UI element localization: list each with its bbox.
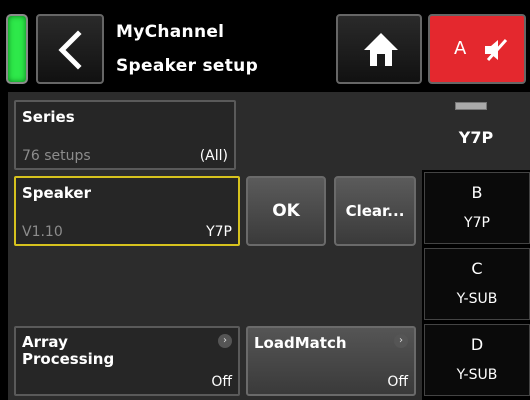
loadmatch-label: LoadMatch <box>254 334 347 352</box>
channel-letter: D <box>470 335 484 354</box>
current-channel-model: Y7P <box>458 128 494 147</box>
loadmatch-value: Off <box>387 374 408 390</box>
array-processing-value: Off <box>211 374 232 390</box>
speaker-model: Y7P <box>206 224 232 240</box>
page-title: Speaker setup <box>116 56 259 76</box>
speaker-version: V1.10 <box>22 224 63 240</box>
home-icon <box>364 33 398 66</box>
channel-tab-b[interactable]: B Y7P <box>424 172 530 244</box>
series-count: 76 setups <box>22 148 91 164</box>
channel-level-indicator <box>455 102 487 110</box>
info-icon: › <box>218 334 232 348</box>
mute-channel-letter: A <box>454 38 467 59</box>
series-filter: (All) <box>199 148 228 164</box>
channel-model: Y7P <box>464 215 490 231</box>
speaker-selector[interactable]: Speaker V1.10 Y7P <box>14 176 240 246</box>
series-label: Series <box>22 108 75 126</box>
mute-button[interactable]: A <box>428 14 526 84</box>
channel-tab-d[interactable]: D Y-SUB <box>424 324 530 396</box>
array-processing-button[interactable]: › Array Processing Off <box>14 326 240 396</box>
ok-button[interactable]: OK <box>246 176 326 246</box>
channel-letter: B <box>471 183 483 202</box>
speaker-muted-icon <box>485 38 508 62</box>
speaker-label: Speaker <box>22 184 91 202</box>
series-selector[interactable]: Series 76 setups (All) <box>14 100 236 170</box>
back-button[interactable] <box>36 14 104 84</box>
channel-model: Y-SUB <box>456 291 498 307</box>
clear-button[interactable]: Clear... <box>334 176 416 246</box>
channel-letter: C <box>471 259 483 278</box>
signal-led-indicator <box>6 14 28 84</box>
home-button[interactable] <box>336 14 422 84</box>
array-processing-label: Array Processing <box>22 333 115 368</box>
info-icon: › <box>394 334 408 348</box>
chevron-left-icon <box>58 30 82 70</box>
loadmatch-button[interactable]: › LoadMatch Off <box>246 326 416 396</box>
channel-name: MyChannel <box>116 22 225 42</box>
channel-model: Y-SUB <box>456 367 498 383</box>
channel-tab-c[interactable]: C Y-SUB <box>424 248 530 320</box>
